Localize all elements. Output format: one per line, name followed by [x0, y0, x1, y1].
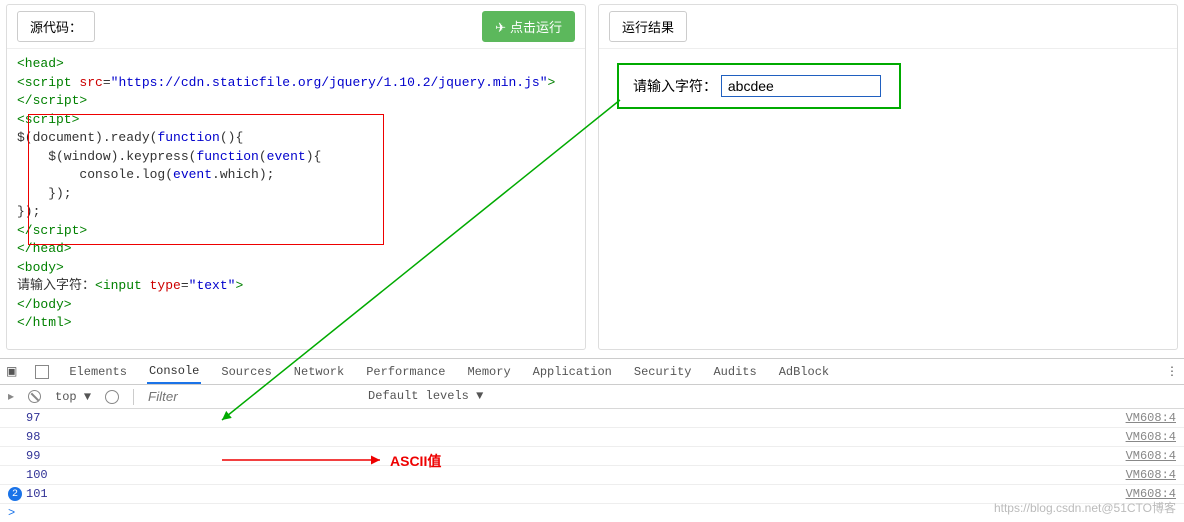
separator	[133, 389, 134, 405]
run-button[interactable]: ✈ 点击运行	[482, 11, 575, 42]
inspect-icon[interactable]: ▣	[6, 364, 17, 379]
console-log-list: 97 VM608:4 98 VM608:4 99 VM608:4 100 VM608:4 2 10…	[0, 409, 1184, 504]
clear-console-icon[interactable]	[28, 390, 41, 403]
devtools-tab-network[interactable]: Network	[292, 361, 346, 383]
code-area: <head> <script src="https://cdn.staticfi…	[7, 49, 585, 349]
repeat-badge: 2	[8, 487, 22, 501]
devtools-panel: ▣ Elements Console Sources Network Performan…	[0, 358, 1184, 520]
console-filter-input[interactable]	[148, 389, 328, 404]
result-title-button[interactable]: 运行结果	[609, 11, 687, 42]
device-toggle-icon[interactable]	[35, 365, 49, 379]
result-body: 请输入字符：	[599, 49, 1177, 123]
console-row: 99 VM608:4	[0, 447, 1184, 466]
devtools-tab-audits[interactable]: Audits	[711, 361, 758, 383]
log-levels-dropdown[interactable]: Default levels ▼	[368, 389, 483, 404]
console-row: 97 VM608:4	[0, 409, 1184, 428]
watermark: https://blog.csdn.net@51CTO博客	[994, 499, 1176, 516]
console-sidebar-toggle[interactable]: ▸	[8, 389, 14, 404]
context-selector[interactable]: top ▼	[55, 390, 91, 404]
run-button-label: 点击运行	[510, 20, 562, 35]
console-row: 98 VM608:4	[0, 428, 1184, 447]
devtools-tab-performance[interactable]: Performance	[364, 361, 447, 383]
live-expression-icon[interactable]	[105, 390, 119, 404]
char-input[interactable]	[721, 75, 881, 97]
devtools-tab-sources[interactable]: Sources	[219, 361, 273, 383]
input-highlight-box: 请输入字符：	[617, 63, 901, 109]
ascii-annotation: ASCII值	[390, 451, 441, 471]
result-panel-header: 运行结果	[599, 5, 1177, 49]
devtools-tab-application[interactable]: Application	[531, 361, 614, 383]
console-toolbar: ▸ top ▼ Default levels ▼	[0, 385, 1184, 409]
code-editor[interactable]: <head> <script src="https://cdn.staticfi…	[17, 55, 585, 343]
devtools-tabs: ▣ Elements Console Sources Network Performan…	[0, 359, 1184, 385]
console-value: 100	[8, 468, 48, 482]
devtools-tab-memory[interactable]: Memory	[465, 361, 512, 383]
source-link[interactable]: VM608:4	[1126, 449, 1176, 463]
source-title-button[interactable]: 源代码：	[17, 11, 95, 42]
devtools-tab-console[interactable]: Console	[147, 360, 201, 384]
source-link[interactable]: VM608:4	[1126, 468, 1176, 482]
source-panel: 源代码： ✈ 点击运行 <head> <script src="https://c…	[6, 4, 586, 350]
source-link[interactable]: VM608:4	[1126, 430, 1176, 444]
console-value: 97	[8, 411, 40, 425]
console-value: 101	[26, 487, 48, 501]
console-value: 98	[8, 430, 40, 444]
send-icon: ✈	[495, 20, 506, 35]
devtools-menu-icon[interactable]: ⋮	[1166, 364, 1178, 379]
devtools-tab-adblock[interactable]: AdBlock	[777, 361, 831, 383]
input-prompt-label: 请输入字符：	[633, 78, 717, 94]
console-value: 99	[8, 449, 40, 463]
source-panel-header: 源代码： ✈ 点击运行	[7, 5, 585, 49]
console-row: 100 VM608:4	[0, 466, 1184, 485]
result-panel: 运行结果 请输入字符：	[598, 4, 1178, 350]
devtools-tab-elements[interactable]: Elements	[67, 361, 129, 383]
devtools-tab-security[interactable]: Security	[632, 361, 694, 383]
source-link[interactable]: VM608:4	[1126, 411, 1176, 425]
